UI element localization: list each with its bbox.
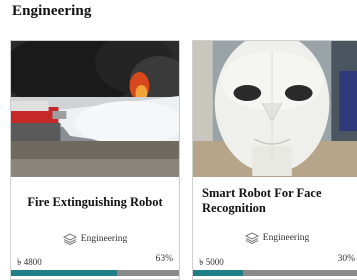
layers-icon <box>62 233 77 246</box>
category-label: Engineering <box>80 234 128 244</box>
section-title: Engineering <box>12 3 92 19</box>
project-card-fire-robot[interactable]: Fire Extinguishing Robot Engineering ৳ 4… <box>10 40 180 280</box>
project-card-face-robot[interactable]: Smart Robot For Face Recognition Enginee… <box>192 40 357 280</box>
card-category: Engineering <box>11 233 179 246</box>
card-price: ৳ 5000 <box>199 257 224 267</box>
card-image[interactable] <box>11 41 179 177</box>
card-image[interactable] <box>193 41 357 177</box>
card-price: ৳ 4800 <box>17 257 42 267</box>
card-title[interactable]: Smart Robot For Face Recognition <box>202 186 353 216</box>
card-title[interactable]: Fire Extinguishing Robot <box>17 195 173 210</box>
funding-progress-fill <box>193 270 244 276</box>
funding-progress-fill <box>11 270 117 276</box>
card-category: Engineering <box>193 232 357 245</box>
funding-progress-bar <box>11 270 179 276</box>
card-percent: 30% <box>337 254 355 264</box>
funding-progress-bar <box>193 270 357 276</box>
card-percent: 63% <box>155 254 173 264</box>
layers-icon <box>244 232 259 245</box>
category-label: Engineering <box>262 233 310 243</box>
